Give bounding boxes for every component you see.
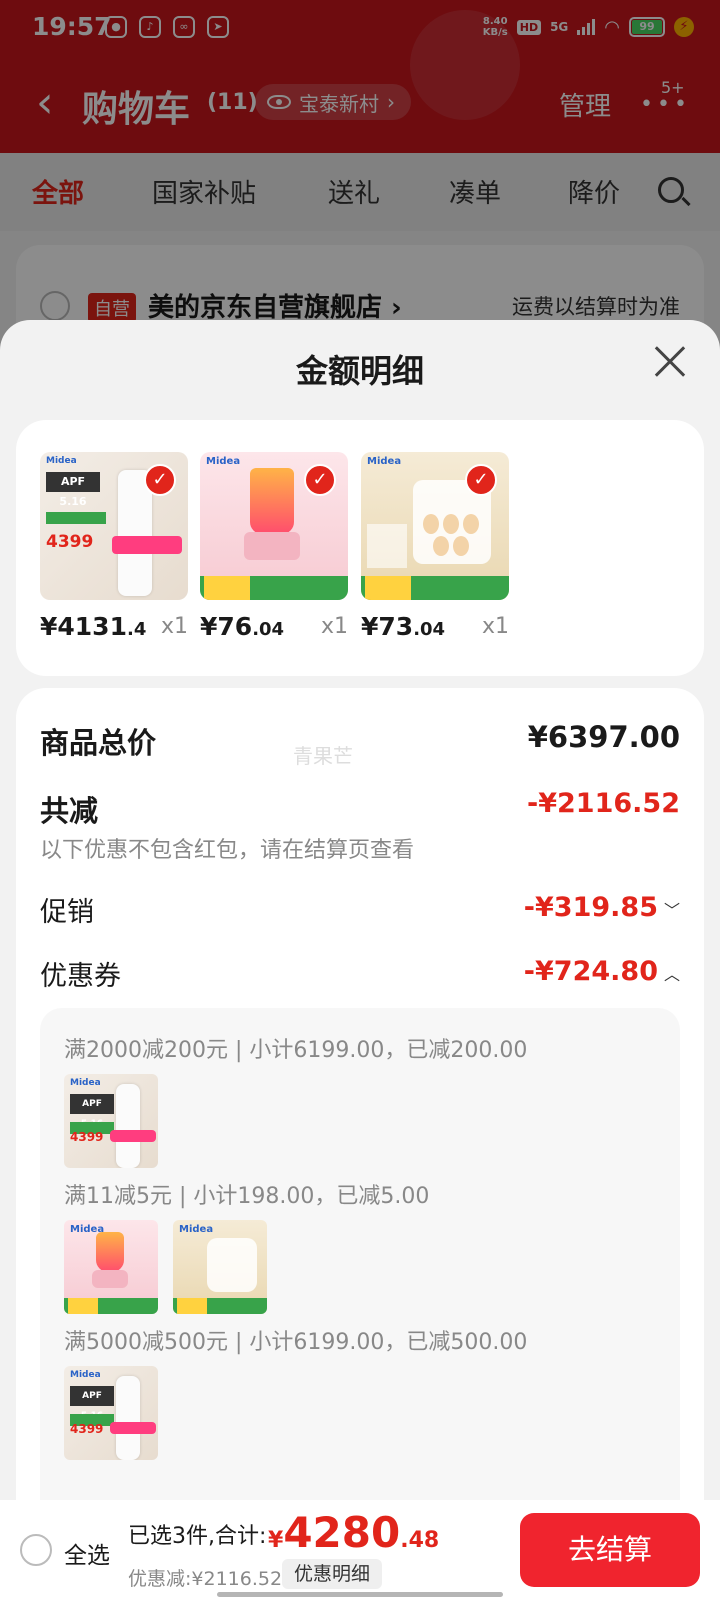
item-quantity: x1 [481, 614, 509, 639]
selected-item[interactable]: Midea ✓ ¥76.04 x1 [200, 452, 348, 641]
coupon-product-thumbnail: MideaAPF 5.164399 [64, 1366, 158, 1460]
total-price-value: ¥6397.00 [527, 720, 680, 754]
watermark: 青果芒 [293, 744, 353, 768]
chevron-up-icon: ︿ [663, 965, 680, 984]
checkmark-icon[interactable]: ✓ [304, 464, 336, 496]
total-reduction-value: -¥2116.52 [527, 788, 680, 819]
coupon-line: 满11减5元 | 小计198.00，已减5.00 [64, 1184, 430, 1209]
select-all-radio[interactable] [20, 1534, 52, 1566]
promo-label: 促销 [40, 897, 94, 928]
item-price: ¥4131.4 [40, 612, 147, 641]
promo-row[interactable]: -¥319.85 ﹀ [524, 892, 680, 923]
checkout-button[interactable]: 去结算 [520, 1513, 700, 1587]
coupon-product-thumbnail: Midea [173, 1220, 267, 1314]
coupon-product-thumbnail: MideaAPF 5.164399 [64, 1074, 158, 1168]
coupon-line: 满5000减500元 | 小计6199.00，已减500.00 [64, 1330, 528, 1355]
discount-summary: 优惠减:¥2116.52 [128, 1568, 283, 1590]
item-price: ¥76.04 [200, 612, 285, 641]
item-price: ¥73.04 [361, 612, 446, 641]
coupon-product-thumbnail: Midea [64, 1220, 158, 1314]
home-indicator[interactable] [217, 1592, 503, 1597]
item-quantity: x1 [320, 614, 348, 639]
coupon-row[interactable]: -¥724.80 ︿ [524, 956, 680, 987]
discount-detail-button[interactable]: 优惠明细 [282, 1559, 383, 1589]
price-breakdown-card: 青果芒 商品总价 ¥6397.00 共减 -¥2116.52 以下优惠不包含红包… [16, 688, 704, 1600]
total-reduction-label: 共减 [40, 794, 99, 828]
select-all-label[interactable]: 全选 [64, 1536, 110, 1570]
checkmark-icon[interactable]: ✓ [465, 464, 497, 496]
coupon-line: 满2000减200元 | 小计6199.00，已减200.00 [64, 1038, 528, 1063]
selected-item[interactable]: Midea APF 5.16 4399 ✓ ¥4131.4 x1 [40, 452, 188, 641]
chevron-down-icon: ﹀ [663, 901, 680, 920]
coupon-label: 优惠券 [40, 961, 121, 992]
reduction-note: 以下优惠不包含红包，请在结算页查看 [40, 838, 415, 863]
selected-summary: 已选3件,合计: [128, 1524, 267, 1549]
product-thumbnail-air-conditioner: Midea APF 5.16 4399 ✓ [40, 452, 188, 600]
product-thumbnail-egg-steamer: Midea ✓ [361, 452, 509, 600]
checkmark-icon[interactable]: ✓ [144, 464, 176, 496]
total-price-label: 商品总价 [40, 726, 157, 760]
amount-detail-sheet: 金额明细 Midea APF 5.16 4399 ✓ ¥4131.4 x1 Mid… [0, 320, 720, 1600]
close-icon[interactable] [652, 344, 688, 380]
selected-items-card: Midea APF 5.16 4399 ✓ ¥4131.4 x1 Midea ✓ … [16, 420, 704, 676]
item-quantity: x1 [160, 614, 188, 639]
sheet-title: 金额明细 [295, 352, 424, 390]
selected-item[interactable]: Midea ✓ ¥73.04 x1 [361, 452, 509, 641]
total-amount: ¥4280.48 [268, 1508, 440, 1557]
product-thumbnail-blender: Midea ✓ [200, 452, 348, 600]
checkout-bar: 全选 已选3件,合计: ¥4280.48 优惠减:¥2116.52 优惠明细 去… [0, 1500, 720, 1600]
